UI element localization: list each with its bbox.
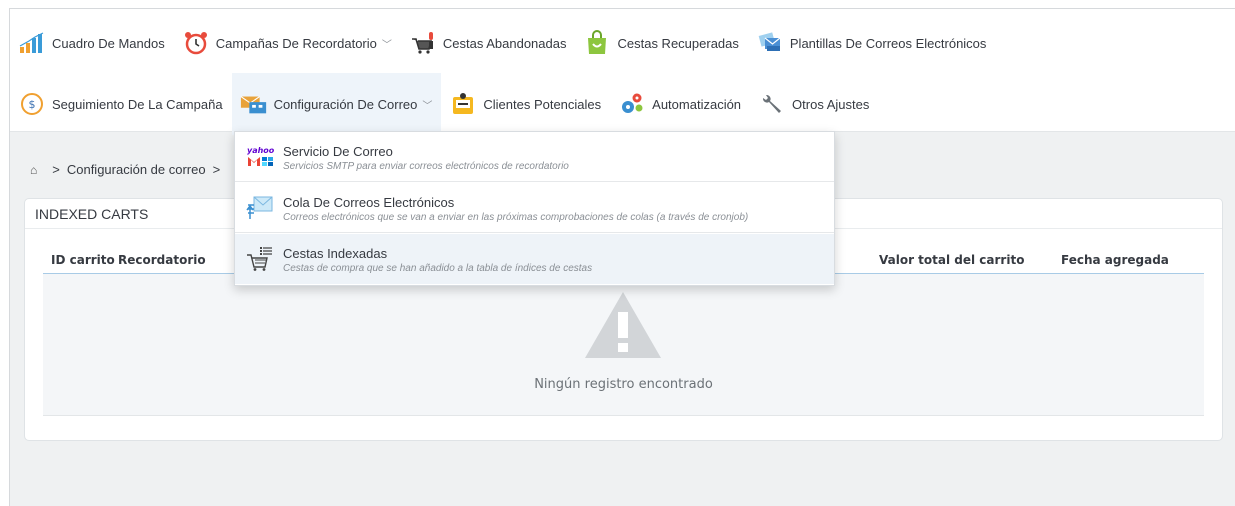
svg-text:yahoo!: yahoo! bbox=[247, 146, 274, 155]
top-navigation: Cuadro De Mandos Campañas De Recordatori… bbox=[10, 9, 1235, 135]
column-header-cart-id[interactable]: ID carrito bbox=[51, 253, 115, 267]
breadcrumb-current[interactable]: Configuración de correo bbox=[67, 162, 206, 177]
column-header-reminder[interactable]: Recordatorio bbox=[118, 253, 206, 267]
nav-label: Otros Ajustes bbox=[792, 96, 870, 112]
warning-icon bbox=[585, 292, 661, 358]
nav-label: Clientes Potenciales bbox=[483, 96, 602, 112]
column-header-cart-total[interactable]: Valor total del carrito bbox=[879, 253, 1024, 267]
bar-chart-icon bbox=[18, 30, 46, 56]
nav-item-mail-configuration[interactable]: Configuración De Correo ﹀ bbox=[231, 73, 442, 135]
chevron-down-icon: ﹀ bbox=[422, 100, 433, 112]
dropdown-item-title: Cola De Correos Electrónicos bbox=[283, 195, 455, 210]
nav-item-email-templates[interactable]: Plantillas De Correos Electrónicos bbox=[748, 12, 996, 74]
nav-label: Seguimiento De La Campaña bbox=[52, 96, 223, 112]
nav-item-reminder-campaigns[interactable]: Campañas De Recordatorio ﹀ bbox=[174, 12, 401, 74]
nav-row-1: Cuadro De Mandos Campañas De Recordatori… bbox=[10, 12, 995, 74]
mail-service-logos-icon: yahoo! bbox=[246, 144, 278, 170]
dropdown-item-indexed-carts[interactable]: Cestas Indexadas Cestas de compra que se… bbox=[235, 234, 834, 284]
nav-label: Cestas Abandonadas bbox=[442, 35, 567, 51]
dropdown-item-subtitle: Correos electrónicos que se van a enviar… bbox=[283, 212, 749, 223]
dropdown-item-title: Servicio De Correo bbox=[283, 144, 393, 159]
breadcrumb-separator: > bbox=[212, 162, 221, 177]
mail-config-dropdown: yahoo! Servicio De Correo Servicios SMTP… bbox=[234, 131, 835, 286]
alarm-clock-icon bbox=[182, 30, 210, 56]
nav-item-leads[interactable]: Clientes Potenciales bbox=[441, 73, 610, 135]
mail-queue-icon bbox=[246, 195, 274, 221]
indexed-carts-icon bbox=[246, 246, 274, 272]
nav-item-abandoned-carts[interactable]: Cestas Abandonadas bbox=[401, 12, 576, 74]
recovered-bag-icon bbox=[583, 30, 611, 56]
dropdown-item-title: Cestas Indexadas bbox=[283, 246, 388, 261]
dropdown-item-subtitle: Servicios SMTP para enviar correos elect… bbox=[283, 161, 569, 172]
nav-label: Plantillas De Correos Electrónicos bbox=[789, 35, 987, 51]
dropdown-item-subtitle: Cestas de compra que se han añadido a la… bbox=[283, 263, 593, 274]
chevron-down-icon: ﹀ bbox=[381, 39, 392, 51]
leads-icon bbox=[449, 91, 477, 117]
gears-icon bbox=[618, 91, 646, 117]
nav-item-dashboard[interactable]: Cuadro De Mandos bbox=[10, 12, 174, 74]
campaign-tracking-icon: $ bbox=[18, 91, 46, 117]
wrench-icon bbox=[758, 91, 786, 117]
svg-text:$: $ bbox=[29, 98, 36, 111]
nav-label: Cuadro De Mandos bbox=[52, 35, 165, 51]
nav-label: Configuración De Correo bbox=[273, 96, 418, 112]
nav-label: Automatización bbox=[652, 96, 742, 112]
breadcrumb-separator: > bbox=[52, 162, 60, 177]
dropdown-item-mail-service[interactable]: yahoo! Servicio De Correo Servicios SMTP… bbox=[235, 132, 834, 182]
nav-item-recovered-carts[interactable]: Cestas Recuperadas bbox=[575, 12, 747, 74]
nav-label: Cestas Recuperadas bbox=[617, 35, 739, 51]
dropdown-item-mail-queue[interactable]: Cola De Correos Electrónicos Correos ele… bbox=[235, 183, 834, 233]
nav-item-campaign-tracking[interactable]: $ Seguimiento De La Campaña bbox=[10, 73, 232, 135]
nav-label: Campañas De Recordatorio bbox=[215, 35, 377, 51]
nav-row-2: $ Seguimiento De La Campaña Configuració… bbox=[10, 73, 878, 135]
nav-item-other-settings[interactable]: Otros Ajustes bbox=[750, 73, 878, 135]
empty-message: Ningún registro encontrado bbox=[534, 377, 713, 392]
email-templates-icon bbox=[756, 30, 784, 56]
empty-table-body: Ningún registro encontrado bbox=[43, 274, 1204, 416]
breadcrumb: ⌂ > Configuración de correo > bbox=[30, 162, 227, 177]
mail-config-icon bbox=[240, 91, 268, 117]
nav-item-automation[interactable]: Automatización bbox=[610, 73, 750, 135]
column-header-date-added[interactable]: Fecha agregada bbox=[1061, 253, 1169, 267]
home-icon[interactable]: ⌂ bbox=[30, 163, 37, 177]
abandoned-cart-icon bbox=[409, 30, 437, 56]
